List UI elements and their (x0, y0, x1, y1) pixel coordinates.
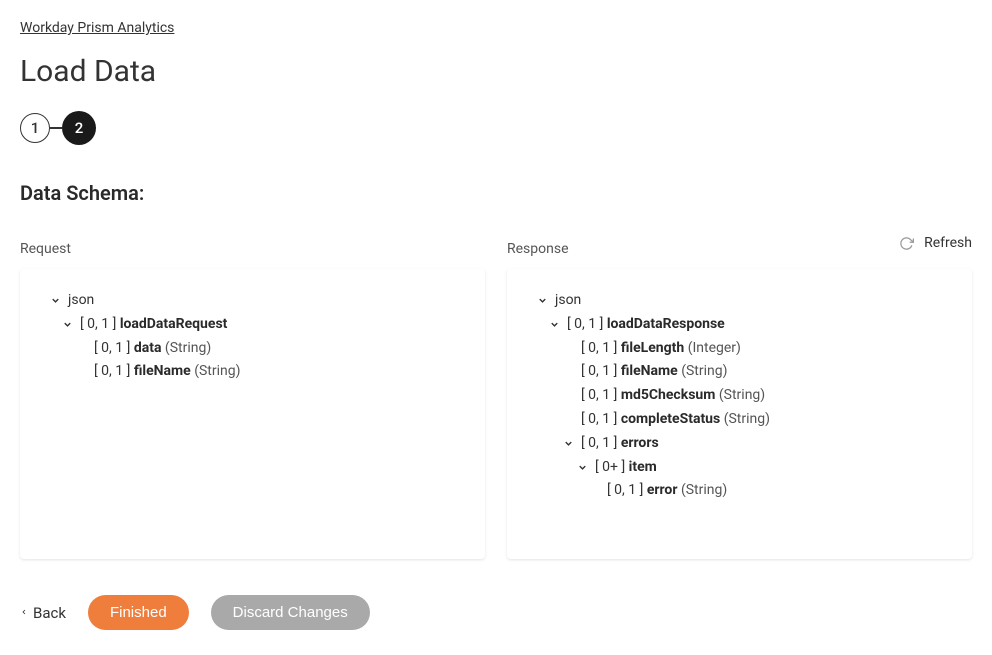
tree-node-json: json (38, 289, 467, 313)
tree-node-fileName: [ 0, 1 ] fileName (String) (38, 360, 467, 384)
back-button[interactable]: Back (20, 604, 66, 622)
chevron-down-icon[interactable] (575, 460, 589, 474)
node-label: [ 0, 1 ] fileName (String) (94, 360, 241, 384)
node-label: [ 0, 1 ] fileName (String) (581, 360, 728, 384)
response-column: Response json [ 0, 1 ] loadDataResponse … (507, 241, 972, 559)
chevron-down-icon[interactable] (547, 318, 561, 332)
chevron-down-icon[interactable] (60, 318, 74, 332)
tree-node-completeStatus: [ 0, 1 ] completeStatus (String) (525, 408, 954, 432)
node-label: [ 0, 1 ] loadDataResponse (567, 313, 725, 337)
footer-actions: Back Finished Discard Changes (20, 595, 972, 630)
step-connector (50, 127, 62, 129)
response-panel: json [ 0, 1 ] loadDataResponse [ 0, 1 ] … (507, 269, 972, 559)
node-label: [ 0+ ] item (595, 456, 657, 480)
request-panel: json [ 0, 1 ] loadDataRequest [ 0, 1 ] d… (20, 269, 485, 559)
breadcrumb-link[interactable]: Workday Prism Analytics (20, 20, 174, 36)
node-label: [ 0, 1 ] data (String) (94, 337, 211, 361)
chevron-down-icon[interactable] (48, 294, 62, 308)
node-label: [ 0, 1 ] md5Checksum (String) (581, 384, 765, 408)
request-column: Request json [ 0, 1 ] loadDataRequest [ … (20, 241, 485, 559)
page-title: Load Data (20, 54, 972, 89)
tree-node-error: [ 0, 1 ] error (String) (525, 479, 954, 503)
chevron-left-icon (20, 604, 28, 622)
tree-node-loadDataResponse: [ 0, 1 ] loadDataResponse (525, 313, 954, 337)
chevron-down-icon[interactable] (561, 437, 575, 451)
discard-changes-button[interactable]: Discard Changes (211, 595, 370, 630)
stepper: 1 2 (20, 111, 972, 145)
step-2[interactable]: 2 (62, 111, 96, 145)
tree-node-fileName: [ 0, 1 ] fileName (String) (525, 360, 954, 384)
tree-node-data: [ 0, 1 ] data (String) (38, 337, 467, 361)
node-label: [ 0, 1 ] errors (581, 432, 659, 456)
tree-node-item: [ 0+ ] item (525, 456, 954, 480)
node-label: [ 0, 1 ] loadDataRequest (80, 313, 227, 337)
chevron-down-icon[interactable] (535, 294, 549, 308)
response-label: Response (507, 241, 972, 257)
section-title: Data Schema: (20, 181, 972, 205)
request-label: Request (20, 241, 485, 257)
tree-node-loadDataRequest: [ 0, 1 ] loadDataRequest (38, 313, 467, 337)
node-label: [ 0, 1 ] error (String) (607, 479, 727, 503)
node-label: [ 0, 1 ] completeStatus (String) (581, 408, 770, 432)
tree-node-md5Checksum: [ 0, 1 ] md5Checksum (String) (525, 384, 954, 408)
tree-node-json: json (525, 289, 954, 313)
finished-button[interactable]: Finished (88, 595, 189, 630)
step-1[interactable]: 1 (20, 113, 50, 143)
node-label: json (555, 289, 581, 313)
tree-node-errors: [ 0, 1 ] errors (525, 432, 954, 456)
node-label: [ 0, 1 ] fileLength (Integer) (581, 337, 741, 361)
back-label: Back (33, 604, 66, 622)
tree-node-fileLength: [ 0, 1 ] fileLength (Integer) (525, 337, 954, 361)
node-label: json (68, 289, 94, 313)
